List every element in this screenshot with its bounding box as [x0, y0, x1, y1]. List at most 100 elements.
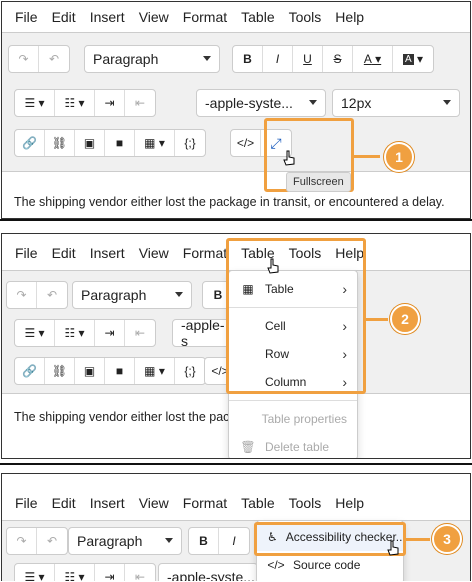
menu-insert[interactable]: Insert	[83, 245, 132, 261]
bullet-list-button[interactable]: ☰ ▾	[15, 564, 55, 581]
format-group: B I	[188, 527, 250, 555]
indent-icon: ⇥	[104, 570, 115, 581]
unlink-button[interactable]: ⛓	[45, 130, 75, 156]
table-button[interactable]: ▦ ▾	[135, 130, 175, 156]
image-icon: ▣	[83, 364, 96, 378]
indent-icon: ⇥	[104, 96, 115, 110]
bullet-list-button[interactable]: ☰ ▾	[15, 320, 55, 346]
link-button[interactable]: 🔗	[15, 358, 45, 384]
menu-separator	[229, 400, 357, 401]
italic-button[interactable]: I	[263, 46, 293, 72]
code-icon: </>	[267, 558, 285, 572]
indent-button[interactable]: ⇥	[95, 320, 125, 346]
outdent-button[interactable]: ⇤	[125, 564, 155, 581]
code-sample-button[interactable]: {;}	[175, 130, 205, 156]
menu-edit[interactable]: Edit	[45, 245, 83, 261]
chevron-down-icon	[165, 538, 173, 543]
table-menu-item-properties[interactable]: Table properties	[229, 405, 357, 433]
redo-button[interactable]: ↷	[7, 282, 37, 308]
format-group: B I U S A ▾ A ▾	[232, 45, 434, 73]
font-family-select[interactable]: -apple-syste...	[158, 563, 258, 581]
strikethrough-button[interactable]: S	[323, 46, 353, 72]
redo-icon: ↷	[16, 288, 27, 302]
fullscreen-tooltip: Fullscreen	[286, 172, 351, 192]
menu-view[interactable]: View	[132, 495, 176, 511]
outdent-button[interactable]: ⇤	[125, 320, 155, 346]
menu-view[interactable]: View	[132, 245, 176, 261]
unlink-icon: ⛓	[51, 136, 68, 150]
undo-button[interactable]: ↶	[37, 282, 67, 308]
outdent-icon: ⇤	[134, 326, 146, 340]
menu-insert[interactable]: Insert	[83, 9, 132, 25]
link-button[interactable]: 🔗	[15, 130, 45, 156]
bullet-list-button[interactable]: ☰ ▾	[15, 90, 55, 116]
link-icon: 🔗	[22, 136, 37, 150]
bold-button[interactable]: B	[189, 528, 219, 554]
menu-help[interactable]: Help	[328, 9, 371, 25]
hand-cursor-icon	[387, 540, 399, 556]
menu-table[interactable]: Table	[234, 9, 281, 25]
table-menu-item-delete[interactable]: 🗑 Delete table	[229, 433, 357, 458]
block-format-select[interactable]: Paragraph	[68, 527, 182, 555]
redo-button[interactable]: ↷	[9, 46, 39, 72]
menu-tools[interactable]: Tools	[282, 495, 329, 511]
table-grid-icon: ▦ ▾	[144, 136, 165, 150]
underline-button[interactable]: U	[293, 46, 323, 72]
menu-file[interactable]: File	[8, 495, 45, 511]
editor-content[interactable]: The shipping vendor either lost the pack…	[14, 410, 250, 424]
list-group: ☰ ▾ ☷ ▾ ⇥ ⇤	[14, 563, 156, 581]
undo-button[interactable]: ↶	[37, 528, 67, 554]
table-button[interactable]: ▦ ▾	[135, 358, 175, 384]
insert-group: 🔗 ⛓ ▣ ■ ▦ ▾ {;}	[14, 357, 206, 385]
menu-table[interactable]: Table	[234, 495, 281, 511]
italic-button[interactable]: I	[219, 528, 249, 554]
highlight-color-button[interactable]: A ▾	[393, 46, 433, 72]
callout-connector	[406, 538, 430, 541]
menu-format[interactable]: Format	[176, 9, 234, 25]
hand-cursor-icon	[267, 258, 279, 274]
media-button[interactable]: ■	[105, 130, 135, 156]
step-1-panel: File Edit Insert View Format Table Tools…	[1, 1, 471, 219]
font-color-button[interactable]: A ▾	[353, 46, 393, 72]
insert-group: 🔗 ⛓ ▣ ■ ▦ ▾ {;}	[14, 129, 206, 157]
menu-edit[interactable]: Edit	[45, 495, 83, 511]
numbered-list-button[interactable]: ☷ ▾	[55, 90, 95, 116]
menu-view[interactable]: View	[132, 9, 176, 25]
numbered-list-button[interactable]: ☷ ▾	[55, 564, 95, 581]
font-family-select[interactable]: -apple-s	[172, 319, 232, 347]
undo-icon: ↶	[46, 534, 58, 548]
video-icon: ■	[115, 136, 124, 150]
link-icon: 🔗	[22, 364, 37, 378]
menu-tools[interactable]: Tools	[282, 9, 329, 25]
indent-button[interactable]: ⇥	[95, 564, 125, 581]
history-group: ↷ ↶	[6, 281, 68, 309]
numbered-list-button[interactable]: ☷ ▾	[55, 320, 95, 346]
font-family-select[interactable]: -apple-syste...	[196, 89, 326, 117]
source-code-button[interactable]: </>	[231, 130, 261, 156]
block-format-select[interactable]: Paragraph	[72, 281, 192, 309]
bullet-list-icon: ☰ ▾	[24, 96, 45, 110]
font-size-select[interactable]: 12px	[332, 89, 460, 117]
callout-2: 2	[390, 304, 420, 334]
media-button[interactable]: ■	[105, 358, 135, 384]
undo-button[interactable]: ↶	[39, 46, 69, 72]
unlink-button[interactable]: ⛓	[45, 358, 75, 384]
redo-button[interactable]: ↷	[7, 528, 37, 554]
bold-button[interactable]: B	[233, 46, 263, 72]
menu-edit[interactable]: Edit	[45, 9, 83, 25]
image-button[interactable]: ▣	[75, 358, 105, 384]
menu-file[interactable]: File	[8, 245, 45, 261]
menu-file[interactable]: File	[8, 9, 45, 25]
outdent-button[interactable]: ⇤	[125, 90, 155, 116]
image-button[interactable]: ▣	[75, 130, 105, 156]
list-group: ☰ ▾ ☷ ▾ ⇥ ⇤	[14, 319, 156, 347]
menu-format[interactable]: Format	[176, 495, 234, 511]
block-format-select[interactable]: Paragraph	[84, 45, 220, 73]
menu-help[interactable]: Help	[328, 495, 371, 511]
menu-insert[interactable]: Insert	[83, 495, 132, 511]
code-sample-button[interactable]: {;}	[175, 358, 205, 384]
chevron-down-icon	[203, 56, 211, 61]
indent-button[interactable]: ⇥	[95, 90, 125, 116]
undo-icon: ↶	[48, 52, 60, 66]
editor-content[interactable]: The shipping vendor either lost the pack…	[14, 195, 445, 209]
